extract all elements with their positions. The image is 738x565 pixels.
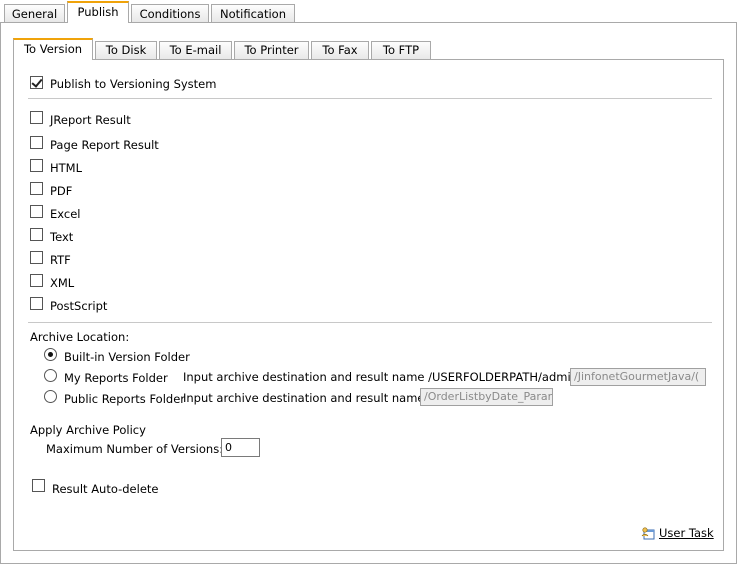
user-task-icon[interactable] <box>641 526 655 540</box>
format-rtf-checkbox[interactable] <box>30 251 43 264</box>
tab-to-email[interactable]: To E-mail <box>159 41 232 59</box>
my-reports-folder-radio[interactable] <box>44 369 57 382</box>
my-reports-hint: Input archive destination and result nam… <box>183 370 578 384</box>
format-pdf-label: PDF <box>50 184 73 198</box>
result-auto-delete-checkbox[interactable] <box>32 479 45 492</box>
my-reports-destination-field[interactable]: /JinfonetGourmetJava/( <box>570 368 706 386</box>
format-rtf-label: RTF <box>50 253 71 267</box>
archive-policy-heading: Apply Archive Policy <box>30 423 146 437</box>
format-text-label: Text <box>50 230 74 244</box>
tab-to-disk[interactable]: To Disk <box>95 41 157 59</box>
tab-to-version[interactable]: To Version <box>13 38 93 60</box>
separator <box>28 98 712 99</box>
publish-versioning-label: Publish to Versioning System <box>50 77 217 91</box>
tab-to-fax[interactable]: To Fax <box>311 41 369 59</box>
publish-versioning-checkbox[interactable] <box>30 76 43 89</box>
format-page-report-result-checkbox[interactable] <box>30 136 43 149</box>
format-pdf-checkbox[interactable] <box>30 182 43 195</box>
format-html-checkbox[interactable] <box>30 159 43 172</box>
tab-to-ftp[interactable]: To FTP <box>371 41 431 59</box>
format-excel-checkbox[interactable] <box>30 205 43 218</box>
tab-conditions[interactable]: Conditions <box>131 4 209 22</box>
public-reports-destination-field[interactable]: /OrderListbyDate_Paran <box>420 388 553 406</box>
format-text-checkbox[interactable] <box>30 228 43 241</box>
tab-general[interactable]: General <box>4 4 65 22</box>
format-postscript-label: PostScript <box>50 299 108 313</box>
public-reports-folder-radio[interactable] <box>44 390 57 403</box>
tab-to-printer[interactable]: To Printer <box>234 41 309 59</box>
my-reports-folder-label: My Reports Folder <box>64 371 168 385</box>
public-reports-hint: Input archive destination and result nam… <box>183 391 425 405</box>
separator <box>28 322 712 323</box>
max-versions-label: Maximum Number of Versions: <box>46 442 224 456</box>
archive-location-heading: Archive Location: <box>30 330 130 344</box>
result-auto-delete-label: Result Auto-delete <box>52 482 159 496</box>
tab-notification[interactable]: Notification <box>211 4 295 22</box>
format-postscript-checkbox[interactable] <box>30 297 43 310</box>
format-xml-label: XML <box>50 276 75 290</box>
format-xml-checkbox[interactable] <box>30 274 43 287</box>
format-jreport-result-label: JReport Result <box>50 113 131 127</box>
tab-publish[interactable]: Publish <box>67 1 129 23</box>
max-versions-input[interactable]: 0 <box>221 438 260 457</box>
builtin-version-folder-radio[interactable] <box>44 348 57 361</box>
public-reports-folder-label: Public Reports Folder <box>64 392 185 406</box>
format-jreport-result-checkbox[interactable] <box>30 111 43 124</box>
format-page-report-result-label: Page Report Result <box>50 138 159 152</box>
format-html-label: HTML <box>50 161 83 175</box>
format-excel-label: Excel <box>50 207 81 221</box>
to-version-panel <box>13 59 724 551</box>
builtin-version-folder-label: Built-in Version Folder <box>64 350 190 364</box>
user-task-link[interactable]: User Task <box>659 526 714 540</box>
